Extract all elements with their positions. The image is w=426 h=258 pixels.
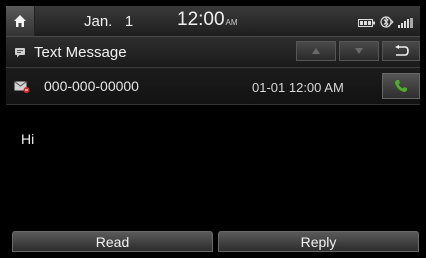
action-bar: Read Reply [6, 231, 420, 252]
previous-message-button[interactable] [296, 41, 336, 61]
sender-row: 000-000-00000 01-01 12:00 AM [6, 68, 420, 105]
message-text: Hi [21, 131, 35, 147]
message-body: Hi [6, 105, 420, 229]
next-message-button[interactable] [339, 41, 379, 61]
home-button[interactable] [6, 6, 35, 36]
reply-button[interactable]: Reply [218, 231, 419, 252]
battery-icon [358, 15, 376, 33]
status-time: 12:00AM [177, 9, 238, 31]
status-icons [358, 15, 414, 33]
read-button[interactable]: Read [12, 231, 213, 252]
sender-number: 000-000-00000 [44, 78, 139, 94]
message-datetime: 01-01 12:00 AM [252, 80, 344, 95]
bluetooth-icon [380, 15, 394, 33]
phone-icon [395, 80, 407, 92]
message-icon [14, 45, 26, 63]
arrow-up-icon [312, 48, 320, 54]
status-time-value: 12:00 [177, 9, 225, 30]
status-time-ampm: AM [225, 18, 238, 27]
back-icon [395, 45, 409, 56]
home-icon [14, 15, 26, 27]
message-received-icon [14, 80, 30, 98]
signal-icon [398, 15, 414, 33]
arrow-down-icon [355, 48, 363, 54]
back-button[interactable] [382, 41, 420, 61]
screen: Jan. 1 12:00AM Text Message 000-000-0000… [6, 6, 420, 252]
title-bar: Text Message [6, 37, 420, 68]
status-bar: Jan. 1 12:00AM [6, 6, 420, 37]
page-title: Text Message [34, 44, 127, 61]
status-date: Jan. 1 [84, 13, 134, 30]
call-button[interactable] [382, 73, 420, 99]
